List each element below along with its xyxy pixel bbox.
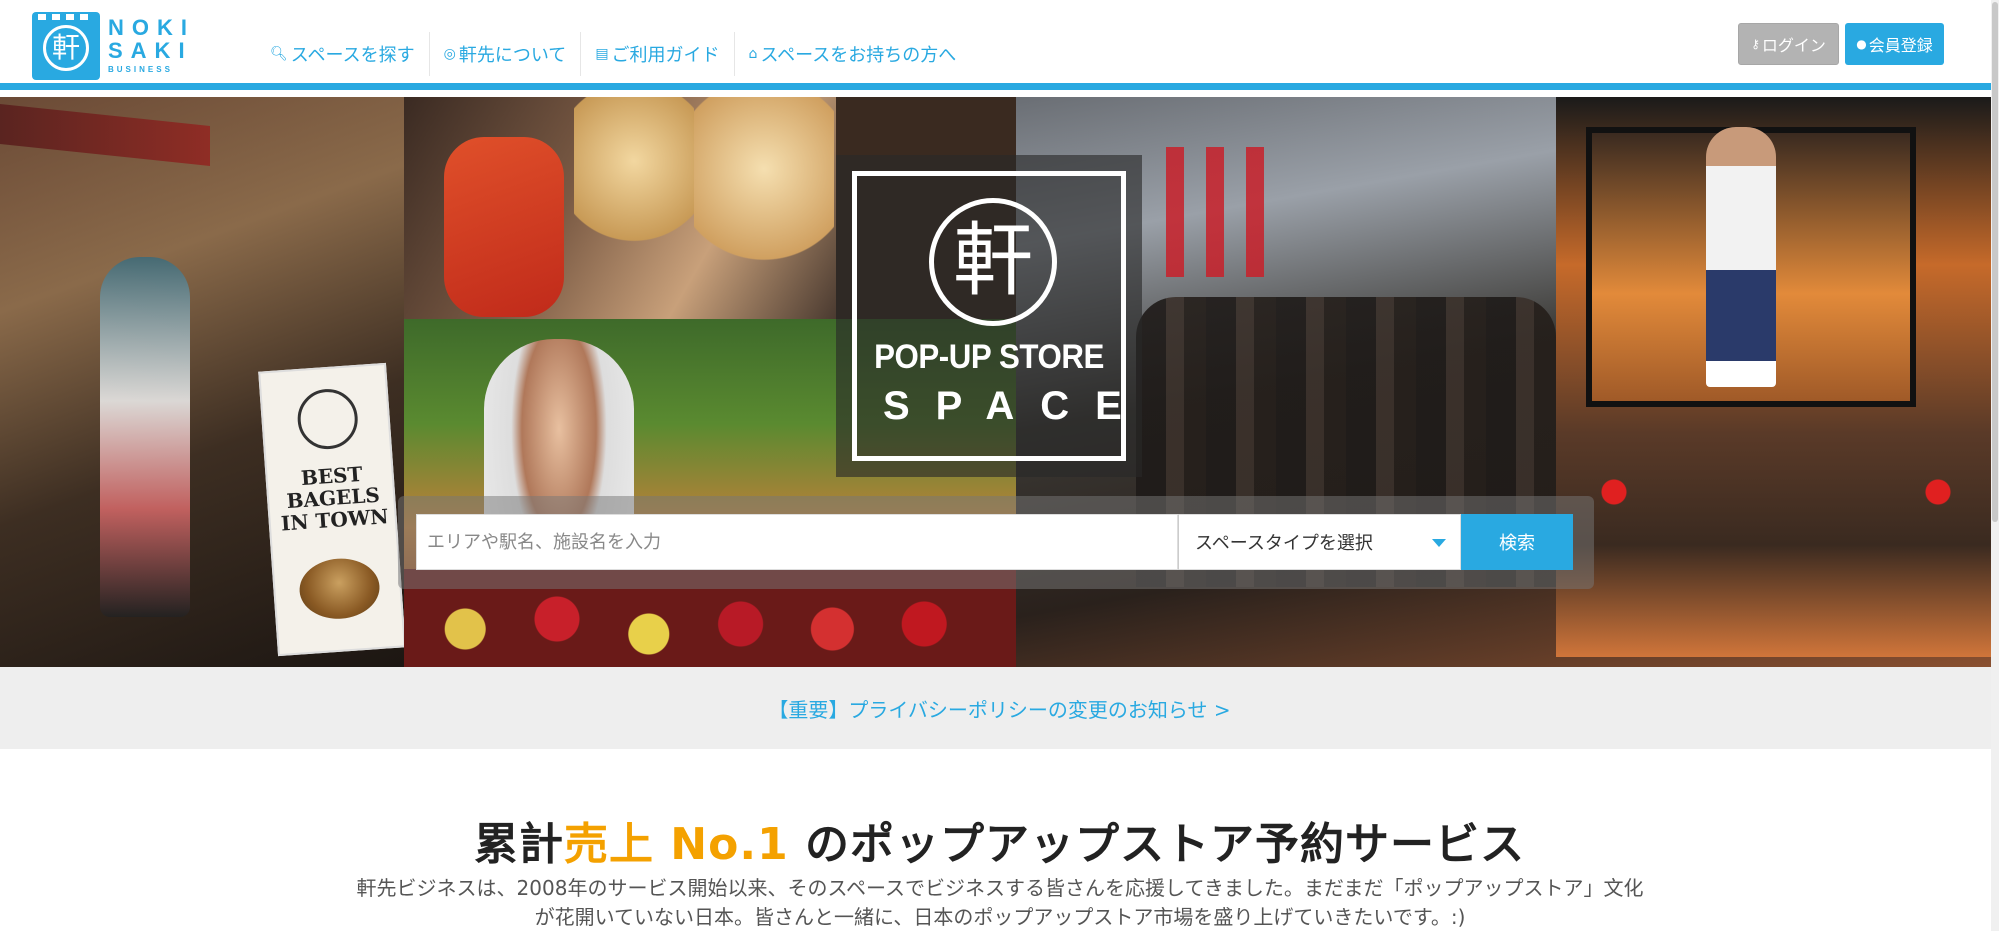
hero-banner: BEST BAGELS IN TOWN 軒 POP-UP STORE SPACE… <box>0 97 1999 667</box>
bagel-image <box>297 555 382 622</box>
nav-find-space-label: スペースを探す <box>290 45 415 66</box>
hero-logo-frame: 軒 POP-UP STORE SPACE <box>852 171 1126 461</box>
bagel-banner-text: BEST BAGELS IN TOWN <box>280 461 390 536</box>
search-icon: 🔍︎ <box>270 46 288 62</box>
page-headline: 累計売上 No.1 のポップアップストア予約サービス <box>0 808 1999 872</box>
headline-highlight: 売上 No.1 <box>563 819 789 870</box>
book-icon: ▤ <box>595 46 609 62</box>
nav-guide-label: ご利用ガイド <box>611 45 720 66</box>
nav-owners-label: スペースをお持ちの方へ <box>760 45 957 66</box>
market-person <box>100 257 190 617</box>
nav-owners[interactable]: ⌂ スペースをお持ちの方へ <box>735 32 971 76</box>
hero-title-line-2: SPACE <box>883 384 1148 428</box>
search-button[interactable]: 検索 <box>1461 514 1573 570</box>
user-icon: ● <box>1856 37 1867 51</box>
home-icon: ⌂ <box>748 46 758 62</box>
logo-line-3: BUSINESS <box>108 65 173 74</box>
page-scrollbar[interactable] <box>1991 0 1999 931</box>
main-nav: 🔍︎ スペースを探す ◎ 軒先について ▤ ご利用ガイド ⌂ スペースをお持ちの… <box>256 32 970 76</box>
intro-paragraph: 軒先ビジネスは、2008年のサービス開始以来、そのスペースでビジネスする皆さんを… <box>320 874 1680 931</box>
register-button[interactable]: ● 会員登録 <box>1845 23 1944 65</box>
headline-suffix: のポップアップストア予約サービス <box>788 819 1526 870</box>
login-button[interactable]: ⚷ ログイン <box>1738 23 1839 65</box>
street-banners <box>1166 147 1286 277</box>
hero-title-line-1: POP-UP STORE <box>874 338 1104 376</box>
chevron-down-icon <box>1432 539 1446 547</box>
bagel-emblem-icon <box>295 387 360 452</box>
privacy-policy-notice-link[interactable]: 【重要】プライバシーポリシーの変更のお知らせ > <box>768 694 1230 723</box>
globe-icon: ◎ <box>443 46 456 62</box>
shopper-red-scarf <box>444 137 564 317</box>
market-stall-awning <box>0 103 210 167</box>
logo-line-1: NOKI <box>108 15 195 40</box>
shopper-face-1 <box>574 97 694 257</box>
scrollbar-thumb[interactable] <box>1992 2 1998 522</box>
nav-about-label: 軒先について <box>458 45 567 66</box>
food-truck-cook <box>1706 127 1776 387</box>
intro-line-1: 軒先ビジネスは、2008年のサービス開始以来、そのスペースでビジネスする皆さんを… <box>356 876 1644 900</box>
hero-logo-mark-icon: 軒 <box>929 198 1057 326</box>
food-truck <box>1556 97 1999 657</box>
key-icon: ⚷ <box>1751 37 1760 51</box>
hero-photo-shoppers <box>404 97 836 319</box>
register-button-label: 会員登録 <box>1868 36 1933 55</box>
logo-line-2: SAKI <box>108 38 193 63</box>
hero-photo-street-market: BEST BAGELS IN TOWN <box>0 97 406 667</box>
shopper-face-2 <box>694 97 834 277</box>
site-logo[interactable]: 軒 NOKI SAKI BUSINESS <box>32 12 200 80</box>
logo-mark-icon: 軒 <box>32 12 100 80</box>
nav-about[interactable]: ◎ 軒先について <box>430 32 582 76</box>
bagel-banner: BEST BAGELS IN TOWN <box>258 362 406 657</box>
hero-logo-block: 軒 POP-UP STORE SPACE <box>836 155 1142 477</box>
food-truck-lights <box>1596 477 1956 507</box>
search-input[interactable] <box>416 514 1178 570</box>
nav-find-space[interactable]: 🔍︎ スペースを探す <box>256 32 430 76</box>
notice-bar: 【重要】プライバシーポリシーの変更のお知らせ > <box>0 667 1999 749</box>
site-header: 軒 NOKI SAKI BUSINESS 🔍︎ スペースを探す ◎ 軒先について… <box>0 0 1999 90</box>
login-button-label: ログイン <box>1761 36 1826 55</box>
intro-line-2: が花開いていない日本。皆さんと一緒に、日本のポップアップストア市場を盛り上げてい… <box>534 905 1466 929</box>
nav-guide[interactable]: ▤ ご利用ガイド <box>581 32 735 76</box>
space-type-select[interactable]: スペースタイプを選択 <box>1178 514 1461 570</box>
headline-prefix: 累計 <box>473 819 564 870</box>
space-type-select-value: スペースタイプを選択 <box>1195 533 1373 554</box>
space-search-bar: スペースタイプを選択 検索 <box>398 496 1594 589</box>
logo-wordmark: NOKI SAKI BUSINESS <box>108 16 195 76</box>
logo-mark-glyph: 軒 <box>43 25 89 71</box>
